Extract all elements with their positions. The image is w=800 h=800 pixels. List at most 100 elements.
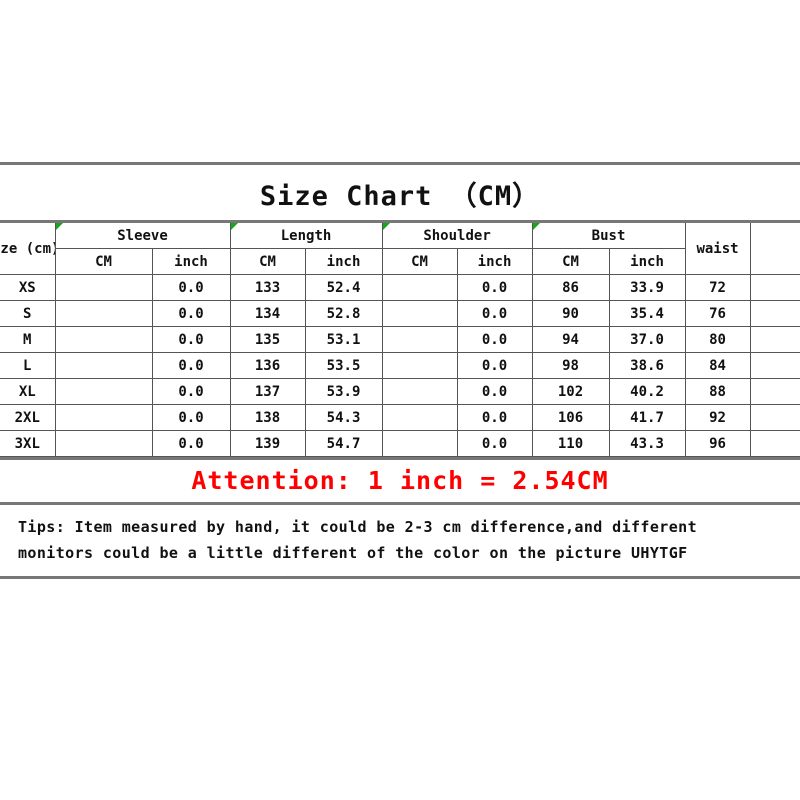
size-chart-block: Size Chart （CM） ize (cm) Sleeve: [0, 162, 800, 579]
bust-inch-cell: 37.0: [608, 326, 686, 353]
length-cm-cell: 139: [229, 430, 306, 457]
length-inch-cell: 52.8: [304, 300, 383, 327]
group-header-sleeve: Sleeve: [54, 221, 231, 249]
group-header-length: Length: [229, 221, 383, 249]
unit-header-length-inch: inch: [304, 248, 383, 275]
bust-cm-cell: 98: [531, 352, 610, 379]
unit-header-row: CM inch CM inch CM inch CM inch: [0, 248, 800, 275]
shoulder-cm-cell: [381, 430, 458, 457]
sleeve-inch-cell: 0.0: [151, 326, 231, 353]
length-cm-cell: 135: [229, 326, 306, 353]
sleeve-inch-cell: 0.0: [151, 430, 231, 457]
table-body: XS 0.0 133 52.4 0.0 86 33.9 72 S 0.0 134 52.8 0.0 90 3…: [0, 274, 800, 457]
extra-cell: [749, 300, 800, 327]
waist-cm-cell: 72: [684, 274, 751, 301]
group-header-length-label: Length: [280, 227, 332, 244]
unit-header-shoulder-inch: inch: [456, 248, 533, 275]
tips-box: Tips: Item measured by hand, it could be…: [0, 505, 800, 576]
table-row: 3XL 0.0 139 54.7 0.0 110 43.3 96: [0, 430, 800, 457]
extra-cell: [749, 274, 800, 301]
extra-cell: [749, 326, 800, 353]
size-chart-page: Size Chart （CM） ize (cm) Sleeve: [0, 0, 800, 800]
group-header-waist-label: waist: [696, 240, 739, 257]
size-chart-table: ize (cm) Sleeve Length Shoulder: [0, 220, 800, 457]
shoulder-cm-cell: [381, 352, 458, 379]
sleeve-cm-cell: [54, 404, 153, 431]
size-cell: L: [0, 352, 56, 379]
size-cell: 2XL: [0, 404, 56, 431]
bust-inch-cell: 33.9: [608, 274, 686, 301]
size-cell: XS: [0, 274, 56, 301]
table-head: ize (cm) Sleeve Length Shoulder: [0, 221, 800, 275]
waist-cm-cell: 92: [684, 404, 751, 431]
unit-header-sleeve-inch: inch: [151, 248, 231, 275]
unit-header-bust-inch: inch: [608, 248, 686, 275]
bust-cm-cell: 86: [531, 274, 610, 301]
length-cm-cell: 136: [229, 352, 306, 379]
sleeve-cm-cell: [54, 326, 153, 353]
length-inch-cell: 54.3: [304, 404, 383, 431]
sleeve-inch-cell: 0.0: [151, 352, 231, 379]
group-header-sleeve-label: Sleeve: [117, 227, 168, 244]
shoulder-inch-cell: 0.0: [456, 352, 533, 379]
bust-cm-cell: 94: [531, 326, 610, 353]
table-row: L 0.0 136 53.5 0.0 98 38.6 84: [0, 352, 800, 379]
waist-cm-cell: 96: [684, 430, 751, 457]
sleeve-inch-cell: 0.0: [151, 274, 231, 301]
shoulder-cm-cell: [381, 326, 458, 353]
size-column-header: ize (cm): [0, 221, 56, 275]
comment-marker-icon: [533, 223, 540, 230]
sleeve-cm-cell: [54, 430, 153, 457]
length-cm-cell: 137: [229, 378, 306, 405]
group-header-bust-label: Bust: [591, 227, 626, 244]
table-row: XS 0.0 133 52.4 0.0 86 33.9 72: [0, 274, 800, 301]
extra-cell: [749, 352, 800, 379]
length-cm-cell: 134: [229, 300, 306, 327]
unit-header-length-cm: CM: [229, 248, 306, 275]
table-row: XL 0.0 137 53.9 0.0 102 40.2 88: [0, 378, 800, 405]
length-cm-cell: 133: [229, 274, 306, 301]
size-cell: XL: [0, 378, 56, 405]
sleeve-inch-cell: 0.0: [151, 300, 231, 327]
shoulder-cm-cell: [381, 300, 458, 327]
table-row: M 0.0 135 53.1 0.0 94 37.0 80: [0, 326, 800, 353]
extra-cell: [749, 404, 800, 431]
bust-inch-cell: 38.6: [608, 352, 686, 379]
tips-line-1: Tips: Item measured by hand, it could be…: [18, 518, 698, 536]
table-row: 2XL 0.0 138 54.3 0.0 106 41.7 92: [0, 404, 800, 431]
comment-marker-icon: [383, 223, 390, 230]
sleeve-cm-cell: [54, 300, 153, 327]
size-cell: S: [0, 300, 56, 327]
bust-cm-cell: 110: [531, 430, 610, 457]
shoulder-inch-cell: 0.0: [456, 378, 533, 405]
sleeve-cm-cell: [54, 352, 153, 379]
shoulder-inch-cell: 0.0: [456, 274, 533, 301]
shoulder-inch-cell: 0.0: [456, 300, 533, 327]
sleeve-cm-cell: [54, 378, 153, 405]
comment-marker-icon: [231, 223, 238, 230]
shoulder-cm-cell: [381, 378, 458, 405]
size-cell: 3XL: [0, 430, 56, 457]
length-inch-cell: 52.4: [304, 274, 383, 301]
group-header-shoulder-label: Shoulder: [423, 227, 491, 244]
group-header-extra: [749, 221, 800, 275]
attention-banner: Attention: 1 inch = 2.54CM: [0, 457, 800, 505]
sleeve-inch-cell: 0.0: [151, 378, 231, 405]
shoulder-inch-cell: 0.0: [456, 430, 533, 457]
bust-inch-cell: 35.4: [608, 300, 686, 327]
waist-cm-cell: 76: [684, 300, 751, 327]
tips-line-2: monitors could be a little different of …: [18, 544, 688, 562]
unit-header-sleeve-cm: CM: [55, 248, 153, 275]
extra-cell: [749, 378, 800, 405]
bust-inch-cell: 41.7: [608, 404, 686, 431]
sleeve-inch-cell: 0.0: [151, 404, 231, 431]
shoulder-inch-cell: 0.0: [456, 404, 533, 431]
size-cell: M: [0, 326, 56, 353]
group-header-bust: Bust: [531, 221, 686, 249]
length-inch-cell: 53.5: [304, 352, 383, 379]
bust-inch-cell: 43.3: [608, 430, 686, 457]
table-row: S 0.0 134 52.8 0.0 90 35.4 76: [0, 300, 800, 327]
waist-cm-cell: 84: [684, 352, 751, 379]
length-cm-cell: 138: [229, 404, 306, 431]
group-header-waist: waist: [684, 221, 751, 275]
